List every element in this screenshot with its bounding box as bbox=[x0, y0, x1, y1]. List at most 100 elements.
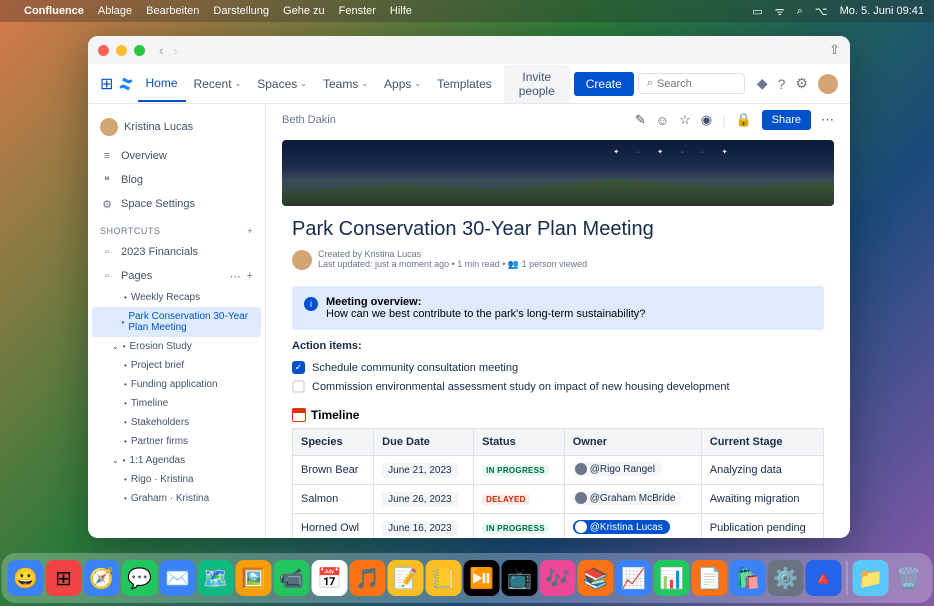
dock-app[interactable]: ✉️ bbox=[160, 560, 196, 596]
create-button[interactable]: Create bbox=[574, 72, 634, 96]
dock-app[interactable]: 📈 bbox=[616, 560, 652, 596]
dock-app[interactable]: 🔺 bbox=[806, 560, 842, 596]
sidebar-space-header[interactable]: Kristina Lucas bbox=[88, 114, 265, 144]
dock-app[interactable]: 🛍️ bbox=[730, 560, 766, 596]
sidebar-icon: ≡ bbox=[100, 149, 114, 163]
nav-templates[interactable]: Templates bbox=[429, 66, 500, 101]
tree-item[interactable]: •Park Conservation 30-Year Plan Meeting bbox=[92, 307, 261, 337]
tree-item[interactable]: •Partner firms bbox=[88, 432, 265, 451]
lock-icon[interactable]: 🔒 bbox=[735, 112, 751, 128]
pages-icon: ▫ bbox=[100, 269, 114, 283]
dock-app[interactable]: 🧭 bbox=[84, 560, 120, 596]
tree-item[interactable]: •Weekly Recaps bbox=[88, 288, 265, 307]
dock-app[interactable]: 🖼️ bbox=[236, 560, 272, 596]
app-switcher-icon[interactable]: ⊞ bbox=[100, 74, 114, 94]
dock-app[interactable]: 📝 bbox=[388, 560, 424, 596]
watch-icon[interactable]: ◉ bbox=[701, 112, 712, 128]
dock-downloads[interactable]: 📁 bbox=[853, 560, 889, 596]
tree-item[interactable]: •Stakeholders bbox=[88, 413, 265, 432]
sidebar-item-space-settings[interactable]: ⚙Space Settings bbox=[88, 192, 265, 216]
sidebar-item-overview[interactable]: ≡Overview bbox=[88, 144, 265, 168]
user-mention[interactable]: @Graham McBride bbox=[573, 491, 683, 505]
dock-app[interactable]: 🗺️ bbox=[198, 560, 234, 596]
tree-item[interactable]: ⌄•1:1 Agendas bbox=[88, 451, 265, 470]
sidebar-item-blog[interactable]: ❝Blog bbox=[88, 168, 265, 192]
dock-app[interactable]: ⏯️ bbox=[464, 560, 500, 596]
user-mention[interactable]: @Kristina Lucas bbox=[573, 520, 670, 534]
nav-teams[interactable]: Teams⌄ bbox=[315, 66, 376, 101]
edit-icon[interactable]: ✎ bbox=[635, 112, 646, 128]
space-avatar-icon bbox=[100, 118, 118, 136]
dock-app[interactable]: 📹 bbox=[274, 560, 310, 596]
dock-app[interactable]: 📚 bbox=[578, 560, 614, 596]
wifi-icon[interactable]: ᯤ bbox=[775, 4, 785, 19]
pages-heading[interactable]: Pages bbox=[121, 270, 152, 282]
breadcrumb[interactable]: Beth Dakin bbox=[282, 114, 336, 126]
user-mention[interactable]: @Rigo Rangel bbox=[573, 462, 662, 476]
dock-app[interactable]: ⚙️ bbox=[768, 560, 804, 596]
battery-icon[interactable]: ▭ bbox=[752, 5, 762, 18]
checkbox[interactable]: ✓ bbox=[292, 361, 305, 374]
dock-app[interactable]: 😀 bbox=[8, 560, 44, 596]
author-avatar-icon[interactable] bbox=[292, 250, 312, 270]
checkbox[interactable] bbox=[292, 380, 305, 393]
tree-item[interactable]: •Project brief bbox=[88, 356, 265, 375]
menubar-item[interactable]: Hilfe bbox=[390, 5, 412, 17]
more-actions-icon[interactable]: ⋯ bbox=[821, 112, 834, 128]
dock-trash[interactable]: 🗑️ bbox=[891, 560, 927, 596]
search-input[interactable] bbox=[657, 78, 736, 90]
add-page-icon[interactable]: + bbox=[247, 270, 253, 283]
minimize-window-button[interactable] bbox=[116, 45, 127, 56]
search-icon[interactable]: ⌕ bbox=[797, 5, 803, 18]
help-icon[interactable]: ? bbox=[778, 76, 786, 92]
menubar-item[interactable]: Gehe zu bbox=[283, 5, 325, 17]
nav-home[interactable]: Home bbox=[138, 66, 186, 102]
tree-item[interactable]: •Timeline bbox=[88, 394, 265, 413]
dock-app[interactable]: 📊 bbox=[654, 560, 690, 596]
tree-item[interactable]: •Rigo · Kristina bbox=[88, 470, 265, 489]
menubar-item[interactable]: Ablage bbox=[98, 5, 132, 17]
dock-app[interactable]: 📺 bbox=[502, 560, 538, 596]
dock-app[interactable]: 📄 bbox=[692, 560, 728, 596]
timeline-heading: Timeline bbox=[292, 408, 824, 422]
add-shortcut-icon[interactable]: + bbox=[247, 226, 253, 236]
dock-app[interactable]: 💬 bbox=[122, 560, 158, 596]
profile-avatar[interactable] bbox=[818, 74, 838, 94]
dock-app[interactable]: ⊞ bbox=[46, 560, 82, 596]
settings-icon[interactable]: ⚙ bbox=[795, 75, 808, 92]
author-link[interactable]: Kristina Lucas bbox=[365, 249, 422, 259]
comment-icon[interactable]: ☺ bbox=[656, 113, 669, 128]
star-icon[interactable]: ☆ bbox=[679, 112, 691, 128]
shortcut-item[interactable]: ▫ 2023 Financials bbox=[88, 240, 265, 264]
tree-item[interactable]: •Graham · Kristina bbox=[88, 489, 265, 508]
share-button[interactable]: Share bbox=[762, 110, 811, 130]
chevron-down-icon[interactable]: ⌄ bbox=[112, 456, 119, 465]
dock-app[interactable]: 🎵 bbox=[350, 560, 386, 596]
dock-app[interactable]: 🎶 bbox=[540, 560, 576, 596]
fullscreen-window-button[interactable] bbox=[134, 45, 145, 56]
search-box[interactable]: ⌕ bbox=[638, 73, 745, 94]
forward-button[interactable]: › bbox=[173, 43, 177, 58]
menubar-item[interactable]: Bearbeiten bbox=[146, 5, 199, 17]
back-button[interactable]: ‹ bbox=[159, 43, 163, 58]
confluence-logo-icon[interactable] bbox=[118, 74, 134, 94]
menubar-datetime[interactable]: Mo. 5. Juni 09:41 bbox=[840, 5, 924, 17]
tree-item[interactable]: •Funding application bbox=[88, 375, 265, 394]
notifications-icon[interactable]: ◆ bbox=[757, 75, 768, 92]
invite-people-button[interactable]: Invite people bbox=[504, 65, 570, 103]
menubar-item[interactable]: Fenster bbox=[339, 5, 376, 17]
share-icon[interactable]: ⇧ bbox=[829, 42, 840, 58]
tree-item[interactable]: ⌄•Erosion Study bbox=[88, 337, 265, 356]
table-header: Due Date bbox=[374, 429, 474, 456]
dock-app[interactable]: 📒 bbox=[426, 560, 462, 596]
menubar-item[interactable]: Darstellung bbox=[213, 5, 269, 17]
close-window-button[interactable] bbox=[98, 45, 109, 56]
control-center-icon[interactable]: ⌥ bbox=[815, 5, 828, 18]
nav-apps[interactable]: Apps⌄ bbox=[376, 66, 429, 101]
chevron-down-icon[interactable]: ⌄ bbox=[112, 342, 119, 351]
nav-recent[interactable]: Recent⌄ bbox=[186, 66, 250, 101]
dock-app[interactable]: 📅 bbox=[312, 560, 348, 596]
menubar-app[interactable]: Confluence bbox=[24, 5, 84, 17]
nav-spaces[interactable]: Spaces⌄ bbox=[249, 66, 315, 101]
more-icon[interactable]: ⋯ bbox=[230, 270, 241, 283]
